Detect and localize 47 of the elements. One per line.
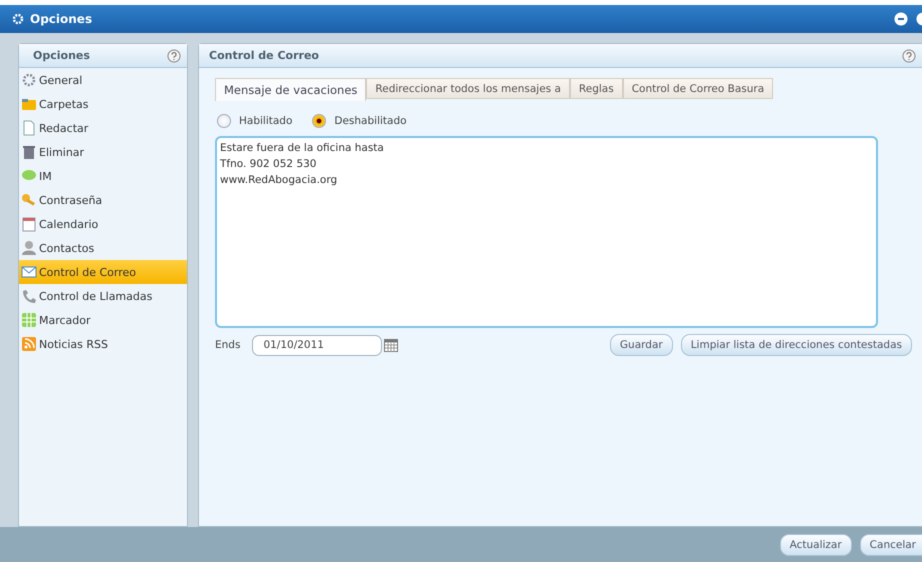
sidebar-item[interactable]: Redactar <box>19 116 187 140</box>
clear-list-button[interactable]: Limpiar lista de direcciones contestadas <box>680 334 912 356</box>
message-field[interactable]: Estare fuera de la oficina hasta Tfno. 902 052 530 www.RedAbogacia.org <box>215 136 878 328</box>
trash-icon <box>21 144 37 160</box>
sidebar-item[interactable]: Carpetas <box>19 92 187 116</box>
rss-icon <box>21 336 37 352</box>
document-icon <box>21 120 37 136</box>
date-field[interactable]: 01/10/2011 <box>252 334 382 356</box>
cancel-button[interactable]: Cancelar <box>860 534 922 556</box>
person-icon <box>21 240 37 256</box>
calendar-icon <box>21 216 37 232</box>
window-control-icon[interactable] <box>916 12 922 26</box>
gear-icon <box>21 72 37 88</box>
help-icon[interactable] <box>902 48 916 62</box>
sidebar-item[interactable]: General <box>19 68 187 92</box>
sidebar-item[interactable]: Control de Llamadas <box>19 284 187 308</box>
sidebar-item[interactable]: Contactos <box>19 236 187 260</box>
calendar-icon[interactable] <box>384 338 398 352</box>
sidebar-item[interactable]: IM <box>19 164 187 188</box>
tab[interactable]: Reglas <box>570 78 623 99</box>
sidebar-item[interactable]: Noticias RSS <box>19 332 187 356</box>
minimize-icon[interactable] <box>894 12 908 26</box>
tab[interactable]: Control de Correo Basura <box>622 78 774 99</box>
sidebar-item[interactable]: Contraseña <box>19 188 187 212</box>
phone-icon <box>21 288 37 304</box>
sidebar-item[interactable]: Control de Correo <box>19 260 187 284</box>
radio-label: Habilitado <box>239 115 292 127</box>
radio-label: Deshabilitado <box>334 115 407 127</box>
help-icon[interactable] <box>167 48 181 62</box>
panel-title: Control de Correo <box>209 49 319 62</box>
key-icon <box>21 192 37 208</box>
tab[interactable]: Mensaje de vacaciones <box>215 78 366 101</box>
tab[interactable]: Redireccionar todos los mensajes a <box>366 78 570 99</box>
update-button[interactable]: Actualizar <box>780 534 852 556</box>
window-title: Opciones <box>30 12 92 26</box>
envelope-icon <box>21 264 37 280</box>
settings-icon <box>12 13 24 25</box>
radio-button[interactable] <box>217 114 231 128</box>
sidebar-title: Opciones <box>33 49 90 62</box>
grid-icon <box>21 312 37 328</box>
folder-icon <box>21 96 37 112</box>
sidebar-item[interactable]: Marcador <box>19 308 187 332</box>
sidebar-item[interactable]: Calendario <box>19 212 187 236</box>
save-button[interactable]: Guardar <box>610 334 673 356</box>
ends-label: Ends <box>215 339 240 351</box>
sidebar-item[interactable]: Eliminar <box>19 140 187 164</box>
radio-button[interactable] <box>312 114 326 128</box>
